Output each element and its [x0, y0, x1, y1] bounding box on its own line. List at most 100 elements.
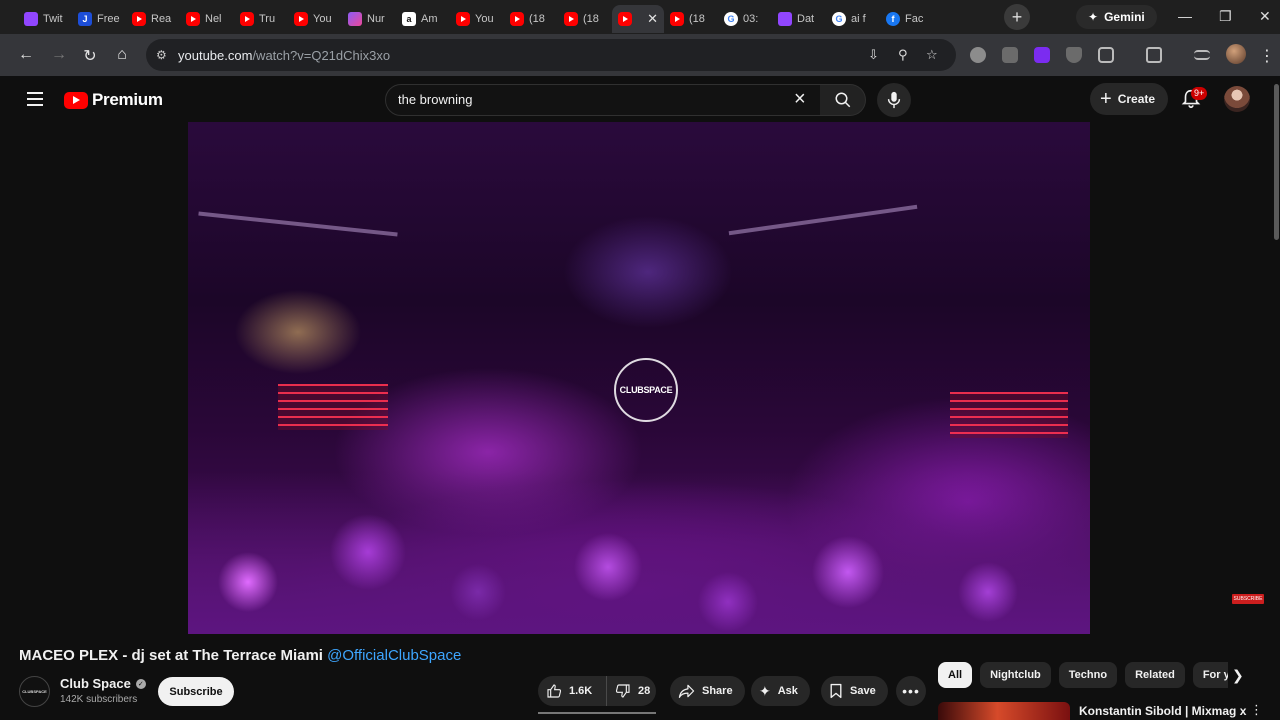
plus-icon: +: [1100, 88, 1112, 110]
window-close-icon[interactable]: ✕: [1259, 8, 1271, 25]
channel-name-link[interactable]: Club Space ✓: [60, 676, 146, 691]
browser-tab[interactable]: f Fac: [880, 5, 934, 33]
new-tab-button[interactable]: +: [1004, 4, 1030, 30]
youtube-icon: [132, 12, 146, 26]
browser-tab[interactable]: Gai f: [826, 5, 880, 33]
back-icon[interactable]: ←: [17, 46, 35, 64]
restore-icon[interactable]: ❐: [1219, 8, 1232, 25]
browser-tab[interactable]: (18: [504, 5, 558, 33]
youtube-icon: [240, 12, 254, 26]
url-text[interactable]: youtube.com/watch?v=Q21dChix3xo: [178, 48, 390, 63]
clear-search-icon[interactable]: ×: [794, 88, 806, 111]
browser-tab[interactable]: Tru: [234, 5, 288, 33]
extension-purple-icon[interactable]: [1034, 47, 1050, 63]
create-label: Create: [1117, 92, 1156, 106]
tab-label: Dat: [797, 13, 815, 25]
save-button[interactable]: Save: [821, 676, 888, 706]
bookmark-star-icon[interactable]: ☆: [926, 47, 938, 63]
channel-avatar[interactable]: CLUBSPACE: [19, 676, 50, 707]
dislike-count: 28: [638, 685, 651, 697]
browser-tab-strip: Twit J Free Rea Nel Tru You Nur a Am You (18 (18 ✕ (18…: [0, 0, 1280, 34]
tab-close-icon[interactable]: ✕: [647, 11, 658, 27]
account-avatar[interactable]: [1224, 86, 1250, 112]
browser-tab[interactable]: Dat: [772, 5, 826, 33]
filter-chip[interactable]: Techno: [1058, 662, 1118, 688]
minimize-icon[interactable]: —: [1178, 8, 1192, 24]
install-app-icon[interactable]: ⇩: [868, 47, 879, 63]
url-path: /watch?v=Q21dChix3xo: [252, 47, 391, 63]
browser-tab[interactable]: Nel: [180, 5, 234, 33]
gemini-button[interactable]: ✦ Gemini: [1076, 5, 1157, 29]
search-button[interactable]: [820, 84, 866, 116]
filter-chip[interactable]: All: [938, 662, 973, 688]
channel-avatar-text: CLUBSPACE: [22, 689, 47, 694]
share-label: Share: [702, 685, 733, 697]
chevron-right-icon[interactable]: ❯: [1232, 667, 1244, 684]
reload-icon[interactable]: ↻: [81, 46, 99, 66]
browser-tab[interactable]: You: [288, 5, 342, 33]
browser-tab[interactable]: a Am: [396, 5, 450, 33]
like-button[interactable]: 1.6K: [538, 676, 607, 706]
filter-chip[interactable]: Nightclub: [980, 662, 1051, 688]
subscribe-button[interactable]: Subscribe: [158, 677, 234, 706]
browser-tab[interactable]: (18: [558, 5, 612, 33]
stage-red-lights: [278, 384, 388, 430]
dislike-button[interactable]: 28: [607, 676, 656, 706]
twitch-icon: [778, 12, 792, 26]
browser-tab[interactable]: G 03:: [718, 5, 772, 33]
browser-tab[interactable]: Rea: [126, 5, 180, 33]
filter-chip[interactable]: For you: [1192, 662, 1228, 688]
home-icon[interactable]: ⌂: [113, 46, 131, 64]
recommendation-thumbnail[interactable]: [938, 702, 1070, 720]
browser-tab[interactable]: J Free: [72, 5, 126, 33]
amazon-icon: a: [402, 12, 416, 26]
channel-handle-link[interactable]: @OfficialClubSpace: [327, 647, 461, 664]
tab-label: You: [475, 13, 494, 25]
video-player[interactable]: CLUBSPACE: [188, 122, 1090, 634]
split-view-icon[interactable]: [1146, 47, 1162, 63]
page-scrollbar[interactable]: [1274, 84, 1279, 240]
hamburger-menu-icon[interactable]: [27, 92, 43, 106]
tab-label: (18: [689, 13, 705, 25]
stage-logo-text: CLUBSPACE: [619, 385, 673, 395]
address-bar[interactable]: ⚙ youtube.com/watch?v=Q21dChix3xo ⇩ ⚲ ☆: [146, 39, 956, 71]
crowd-scene: [188, 472, 1090, 634]
extension-shield-icon[interactable]: [1066, 47, 1082, 63]
browser-tab[interactable]: (18: [664, 5, 718, 33]
subscriber-count: 142K subscribers: [60, 694, 138, 705]
browser-tab[interactable]: Twit: [18, 5, 72, 33]
club-space-stage-logo: CLUBSPACE: [614, 358, 678, 422]
voice-search-button[interactable]: [877, 83, 911, 117]
browser-tab[interactable]: You: [450, 5, 504, 33]
youtube-header: Premium × + Create 9+: [0, 76, 1280, 122]
share-button[interactable]: Share: [670, 676, 745, 706]
j-icon: J: [78, 12, 92, 26]
more-actions-button[interactable]: •••: [896, 676, 926, 706]
browser-menu-icon[interactable]: ⋮: [1258, 46, 1276, 66]
browser-profile-avatar[interactable]: [1226, 44, 1246, 64]
site-info-icon[interactable]: ⚙: [156, 48, 176, 62]
like-dislike-group: 1.6K 28: [538, 676, 656, 706]
search-box: ×: [385, 84, 821, 116]
filter-chip[interactable]: Related: [1125, 662, 1185, 688]
google-icon: G: [832, 12, 846, 26]
browser-tab[interactable]: ✕: [612, 5, 664, 33]
subscribe-watermark[interactable]: SUBSCRIBE: [1232, 594, 1264, 604]
zoom-icon[interactable]: ⚲: [898, 47, 908, 63]
forward-icon[interactable]: →: [50, 46, 68, 64]
search-input[interactable]: [398, 92, 778, 107]
youtube-icon: [456, 12, 470, 26]
create-button[interactable]: + Create: [1090, 83, 1169, 115]
browser-tab[interactable]: Nur: [342, 5, 396, 33]
recommendation-more-icon[interactable]: ⋮: [1250, 702, 1263, 718]
extension-glasses-icon[interactable]: [970, 47, 986, 63]
ask-button[interactable]: ✦ Ask: [751, 676, 810, 706]
google-icon: G: [724, 12, 738, 26]
extension-box-icon[interactable]: [1002, 47, 1018, 63]
media-control-icon[interactable]: [1194, 50, 1210, 60]
twitch-icon: [24, 12, 38, 26]
extensions-puzzle-icon[interactable]: [1098, 47, 1114, 63]
recommendation-title[interactable]: Konstantin Sibold | Mixmag x: [1079, 704, 1246, 718]
youtube-logo[interactable]: Premium: [64, 90, 163, 110]
like-ratio-bar: [538, 712, 656, 714]
